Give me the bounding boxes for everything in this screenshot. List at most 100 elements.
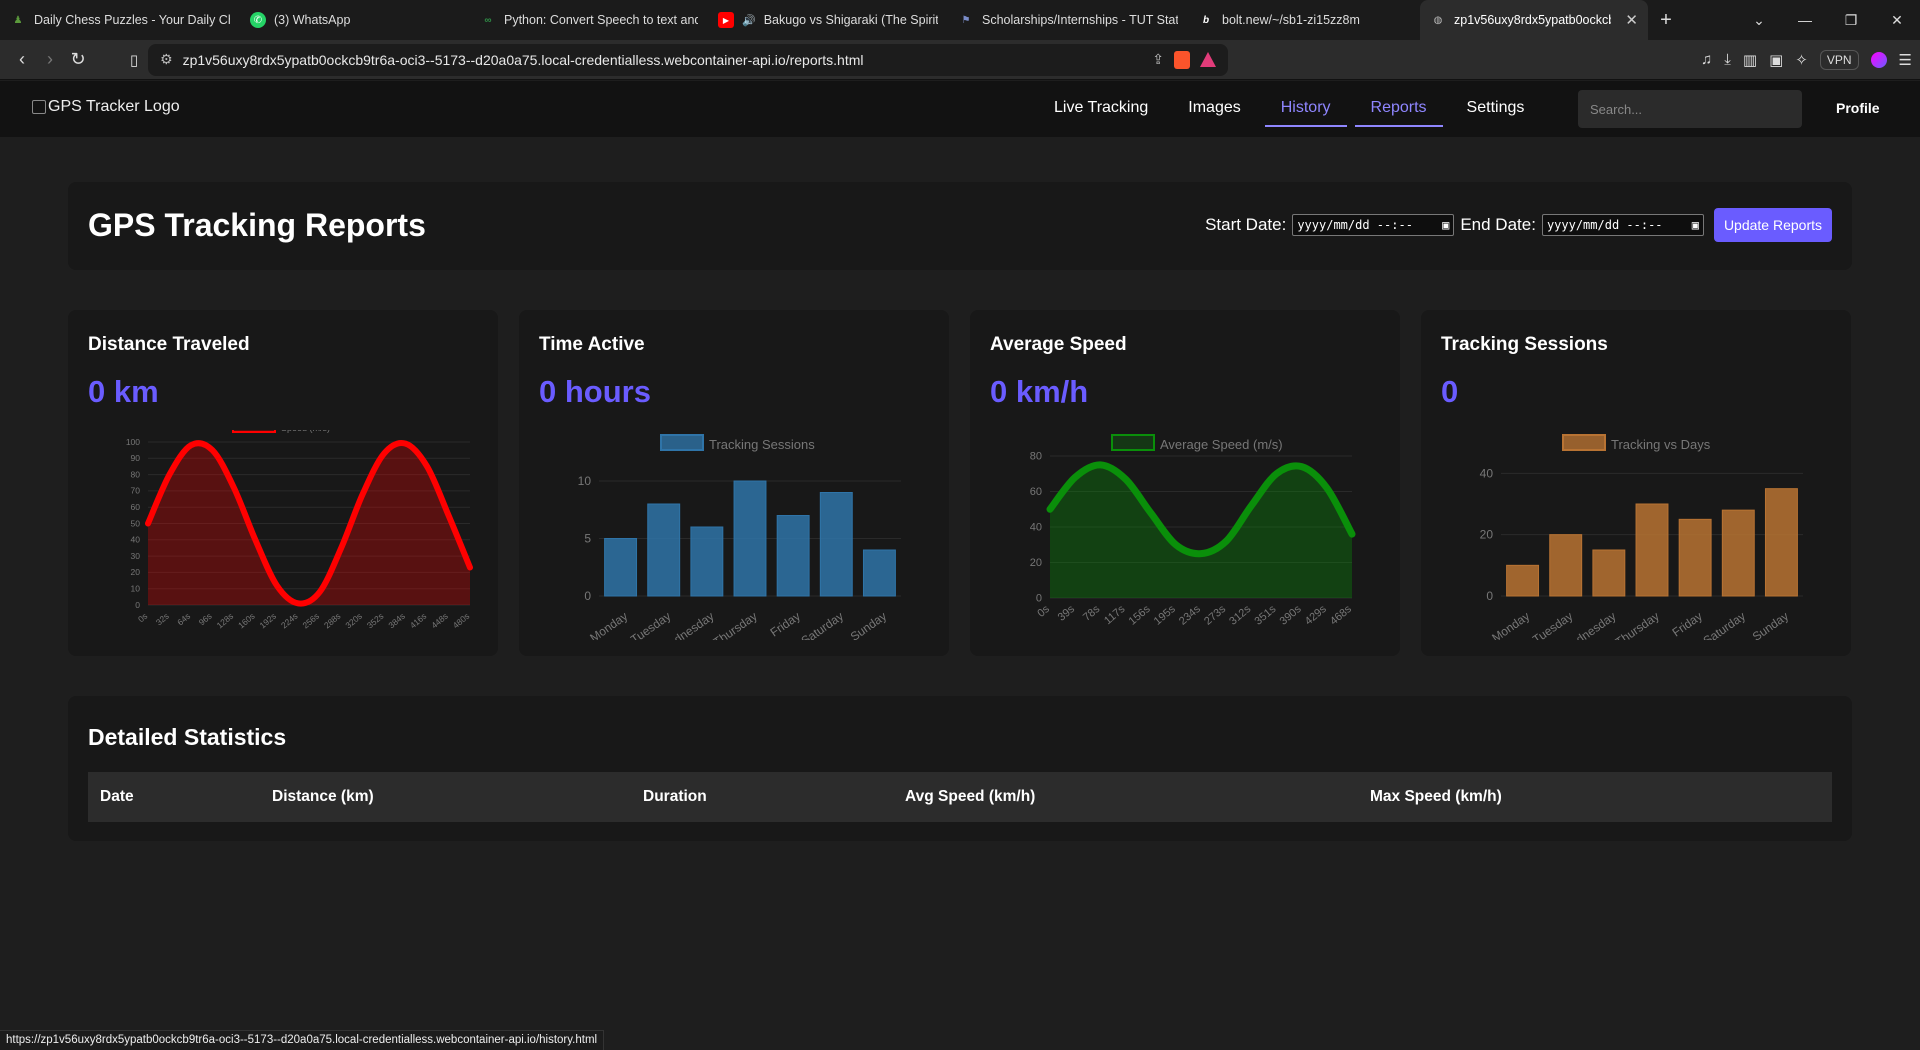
reload-icon[interactable]: ↻ (64, 49, 92, 70)
stat-value: 0 (1441, 374, 1459, 409)
y-tick-label: 60 (131, 502, 141, 512)
close-window-icon[interactable]: ✕ (1874, 12, 1920, 29)
tab-title: Daily Chess Puzzles - Your Daily Che (34, 13, 230, 27)
column-header-avg-speed[interactable]: Avg Speed (km/h) (905, 788, 1035, 806)
restore-icon[interactable]: ❐ (1828, 12, 1874, 29)
y-tick-label: 50 (131, 518, 141, 528)
x-tick-label: 78s (1081, 603, 1103, 624)
tab-title: Scholarships/Internships - TUT Statu (982, 13, 1178, 27)
table-header: Date Distance (km) Duration Avg Speed (k… (88, 772, 1832, 822)
media-icon[interactable]: ♫ (1701, 51, 1712, 68)
y-tick-label: 80 (1030, 451, 1042, 463)
x-tick-label: 351s (1252, 603, 1278, 628)
vpn-button[interactable]: VPN (1819, 49, 1859, 70)
stat-value: 0 km/h (990, 374, 1089, 409)
app-navbar: GPS Tracker Logo Live Tracking Images Hi… (0, 81, 1920, 137)
browser-tab[interactable]: ∞ Python: Convert Speech to text and (470, 0, 708, 40)
area-fill (1050, 464, 1352, 598)
nav-settings[interactable]: Settings (1451, 91, 1541, 127)
page-title: GPS Tracking Reports (88, 207, 426, 243)
x-tick-label: 384s (386, 611, 407, 631)
nav-images[interactable]: Images (1172, 91, 1256, 127)
column-header-distance[interactable]: Distance (km) (272, 788, 374, 806)
address-bar[interactable]: ⚙ zp1v56uxy8rdx5ypatb0ockcb9tr6a-oci3--5… (148, 43, 1228, 76)
y-tick-label: 10 (131, 584, 141, 594)
bar (1549, 534, 1583, 597)
tab-title: Python: Convert Speech to text and (504, 13, 698, 27)
bar (1764, 488, 1798, 597)
x-tick-label: 256s (300, 611, 321, 631)
logo[interactable]: GPS Tracker Logo (32, 98, 180, 116)
browser-tab[interactable]: ✆ (3) WhatsApp (240, 0, 470, 40)
calendar-icon[interactable]: ▣ (1692, 218, 1699, 232)
stat-card-distance: Distance Traveled 0 km Speed (m/s) 0 10 20 3… (68, 310, 498, 656)
back-icon[interactable]: ‹ (8, 49, 36, 70)
y-tick-label: 60 (1030, 486, 1042, 498)
tab-list-icon[interactable]: ⌄ (1736, 12, 1782, 29)
y-tick-label: 40 (1480, 466, 1494, 480)
logo-alt-text: GPS Tracker Logo (48, 98, 180, 115)
tab-title: bolt.new/~/sb1-zi15zz8m (1222, 13, 1360, 27)
y-tick-label: 100 (126, 437, 140, 447)
sidebar-icon[interactable]: ▥ (1743, 51, 1757, 69)
minimize-icon[interactable]: — (1782, 12, 1828, 28)
browser-tab[interactable]: ▶ 🔊 Bakugo vs Shigaraki (The Spirit (708, 0, 948, 40)
average-speed-chart: Average Speed (m/s) 0 20 40 60 80 0s 39s 78s 117s… (1030, 434, 1356, 628)
legend-swatch (232, 430, 276, 433)
profile-avatar-icon[interactable] (1870, 51, 1887, 68)
sessions-bar-chart: Tracking Sessions0510MondayTuesdayWednes… (578, 434, 901, 640)
update-reports-button[interactable]: Update Reports (1713, 208, 1832, 242)
bolt-icon: b (1202, 14, 1210, 26)
brave-shields-icon[interactable] (1174, 50, 1190, 69)
x-tick-label: 390s (1278, 603, 1304, 628)
whatsapp-icon: ✆ (250, 12, 266, 28)
bar (1592, 549, 1626, 597)
brave-rewards-icon[interactable] (1200, 52, 1216, 67)
legend-label: Tracking Sessions (709, 437, 815, 452)
nav-reports[interactable]: Reports (1354, 91, 1443, 127)
detailed-statistics: Detailed Statistics Date Distance (km) D… (68, 696, 1852, 841)
column-header-duration[interactable]: Duration (643, 788, 707, 806)
browser-tab[interactable]: b bolt.new/~/sb1-zi15zz8m (1188, 0, 1420, 40)
x-tick-label: 288s (322, 611, 343, 631)
close-tab-icon[interactable]: ✕ (1625, 11, 1638, 29)
y-tick-label: 90 (131, 453, 141, 463)
nav-live-tracking[interactable]: Live Tracking (1038, 91, 1164, 127)
x-tick-label: Saturday (1701, 609, 1748, 640)
site-settings-icon[interactable]: ⚙ (160, 51, 173, 68)
y-tick-label: 5 (584, 532, 591, 546)
browser-tab[interactable]: ⚑ Scholarships/Internships - TUT Statu (948, 0, 1188, 40)
search-input[interactable] (1578, 90, 1802, 128)
stat-title: Distance Traveled (88, 334, 250, 355)
browser-tab-active[interactable]: ◍ zp1v56uxy8rdx5ypatb0ockcb9t ✕ (1420, 0, 1648, 40)
column-header-max-speed[interactable]: Max Speed (km/h) (1370, 788, 1502, 806)
column-header-date[interactable]: Date (100, 788, 134, 806)
x-tick-label: 352s (365, 611, 386, 631)
download-icon[interactable]: ⤓ (1724, 51, 1731, 68)
share-icon[interactable]: ⇪ (1152, 51, 1164, 68)
speaker-icon[interactable]: 🔊 (742, 14, 756, 27)
legend-label: Speed (m/s) (281, 430, 330, 433)
x-tick-label: 195s (1152, 603, 1178, 628)
forward-icon[interactable]: › (36, 49, 64, 70)
leo-ai-icon[interactable]: ✧ (1795, 51, 1808, 69)
end-date-label: End Date: (1460, 215, 1536, 234)
end-date-input[interactable]: yyyy/mm/dd --:-- ▣ (1541, 214, 1704, 236)
x-tick-label: Thursday (1613, 609, 1662, 640)
nav-history[interactable]: History (1264, 91, 1347, 127)
new-tab-button[interactable]: + (1648, 9, 1684, 32)
calendar-icon[interactable]: ▣ (1442, 218, 1449, 232)
y-tick-label: 40 (131, 535, 141, 545)
bookmark-icon[interactable]: ▯ (120, 51, 148, 69)
tut-icon: ⚑ (961, 14, 971, 26)
start-date-input[interactable]: yyyy/mm/dd --:-- ▣ (1292, 214, 1455, 236)
wallet-icon[interactable]: ▣ (1769, 51, 1783, 69)
menu-icon[interactable]: ☰ (1899, 51, 1912, 69)
profile-link[interactable]: Profile (1836, 100, 1880, 116)
y-tick-label: 20 (1480, 528, 1494, 542)
y-tick-label: 40 (1030, 522, 1042, 534)
bar (690, 526, 724, 597)
browser-tab[interactable]: ♟ Daily Chess Puzzles - Your Daily Che (0, 0, 240, 40)
browser-toolbar: ‹ › ↻ ▯ ⚙ zp1v56uxy8rdx5ypatb0ockcb9tr6a… (0, 40, 1920, 80)
x-tick-label: Tuesday (1530, 609, 1575, 640)
